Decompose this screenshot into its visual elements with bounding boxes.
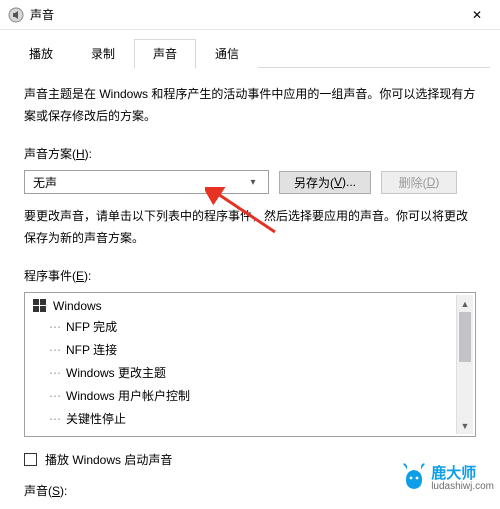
delete-button: 删除(D) xyxy=(381,171,457,194)
deer-icon xyxy=(401,462,427,492)
scheme-dropdown[interactable]: 无声 ▾ xyxy=(24,170,269,194)
tree-connector-icon: ⋯ xyxy=(49,412,60,426)
tab-communications[interactable]: 通信 xyxy=(196,39,258,69)
tree-connector-icon: ⋯ xyxy=(49,320,60,334)
list-item[interactable]: ⋯NFP 连接 xyxy=(31,338,456,361)
events-label: 程序事件(E): xyxy=(24,267,476,284)
tree-connector-icon: ⋯ xyxy=(49,389,60,403)
startup-sound-label: 播放 Windows 启动声音 xyxy=(45,451,172,468)
events-description: 要更改声音，请单击以下列表中的程序事件，然后选择要应用的声音。你可以将更改保存为… xyxy=(24,206,476,249)
watermark: 鹿大师 ludashiwj.com xyxy=(401,462,494,492)
window-controls: ✕ xyxy=(454,0,500,30)
titlebar: 声音 ✕ xyxy=(0,0,500,30)
watermark-brand: 鹿大师 xyxy=(431,462,494,483)
watermark-url: ludashiwj.com xyxy=(431,481,494,492)
events-listbox[interactable]: Windows ⋯NFP 完成 ⋯NFP 连接 ⋯Windows 更改主题 ⋯W… xyxy=(24,292,476,437)
windows-icon xyxy=(33,299,47,313)
tab-sounds[interactable]: 声音 xyxy=(134,39,196,69)
tree-connector-icon: ⋯ xyxy=(49,366,60,380)
tree-connector-icon: ⋯ xyxy=(49,343,60,357)
scheme-value: 无声 xyxy=(33,174,244,191)
scrollbar[interactable]: ▲ ▼ xyxy=(456,295,473,434)
tab-recording[interactable]: 录制 xyxy=(72,39,134,69)
list-item[interactable]: ⋯Windows 更改主题 xyxy=(31,361,456,384)
close-button[interactable]: ✕ xyxy=(454,0,500,30)
list-item[interactable]: ⋯NFP 完成 xyxy=(31,315,456,338)
intro-text: 声音主题是在 Windows 和程序产生的活动事件中应用的一组声音。你可以选择现… xyxy=(24,84,476,127)
list-item[interactable]: ⋯关键性停止 xyxy=(31,407,456,430)
scroll-up-icon[interactable]: ▲ xyxy=(457,295,473,312)
save-as-button[interactable]: 另存为(V)... xyxy=(279,171,371,194)
scheme-label: 声音方案(H): xyxy=(24,145,476,162)
startup-sound-checkbox[interactable] xyxy=(24,453,37,466)
close-icon: ✕ xyxy=(472,8,482,22)
window-title: 声音 xyxy=(30,6,54,23)
list-item[interactable]: ⋯Windows 用户帐户控制 xyxy=(31,384,456,407)
sound-icon xyxy=(8,7,24,23)
scrollbar-thumb[interactable] xyxy=(459,312,471,362)
tab-playback[interactable]: 播放 xyxy=(10,39,72,69)
scheme-row: 无声 ▾ 另存为(V)... 删除(D) xyxy=(24,170,476,194)
scroll-down-icon[interactable]: ▼ xyxy=(457,417,473,434)
scrollbar-track[interactable] xyxy=(457,312,473,417)
tab-content: 声音主题是在 Windows 和程序产生的活动事件中应用的一组声音。你可以选择现… xyxy=(0,68,500,509)
tree-root-windows[interactable]: Windows xyxy=(31,297,456,315)
tab-bar: 播放 录制 声音 通信 xyxy=(0,30,500,68)
events-tree: Windows ⋯NFP 完成 ⋯NFP 连接 ⋯Windows 更改主题 ⋯W… xyxy=(27,295,456,434)
chevron-down-icon: ▾ xyxy=(244,177,262,188)
